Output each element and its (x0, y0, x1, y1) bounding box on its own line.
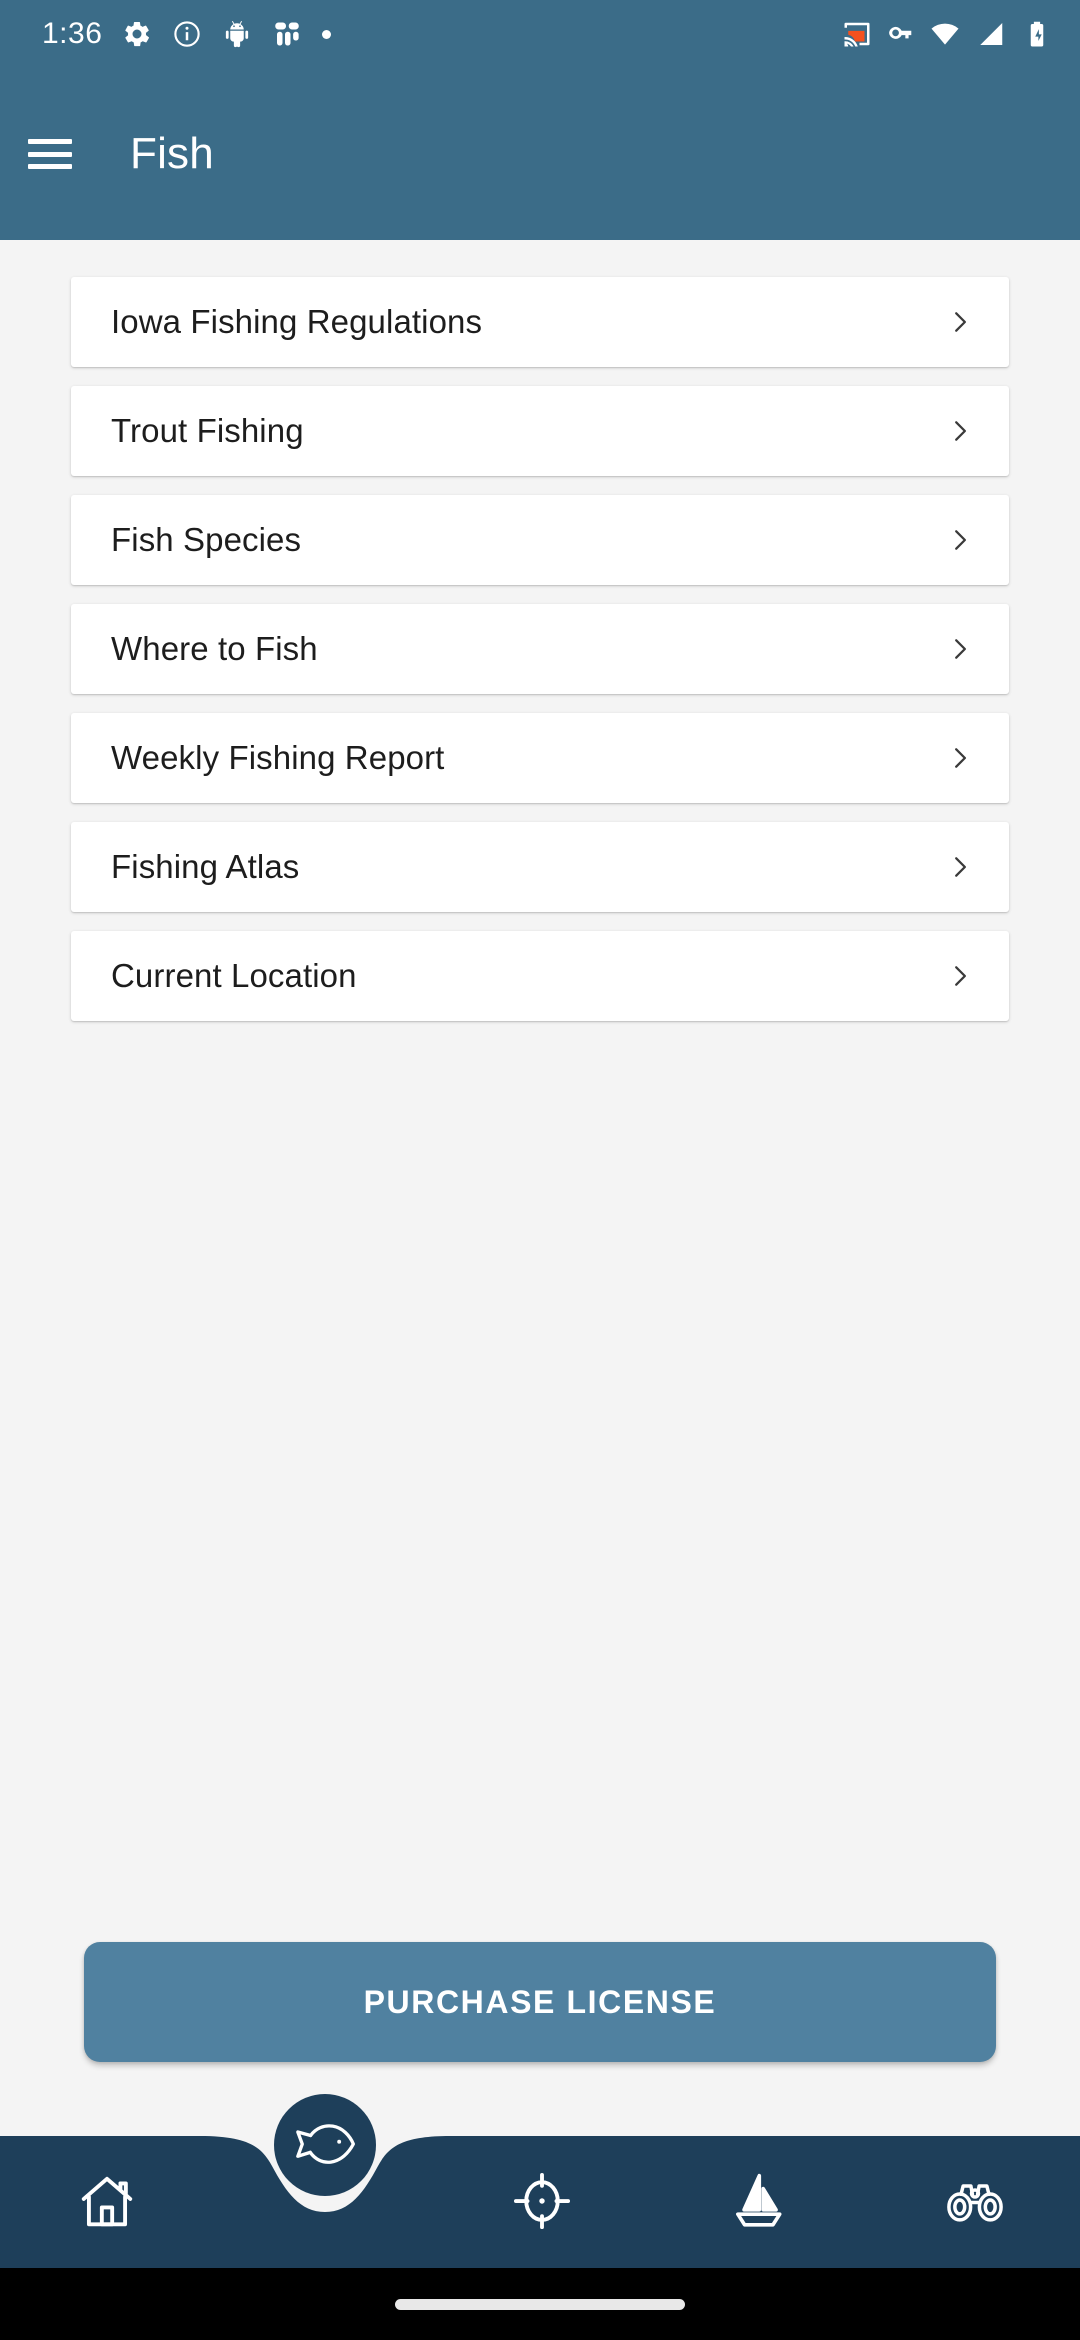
list-item-label: Where to Fish (111, 630, 318, 667)
list-item-label: Fishing Atlas (111, 848, 300, 885)
chevron-right-icon (955, 421, 967, 441)
list-item-label: Trout Fishing (111, 412, 304, 449)
gesture-home-pill[interactable] (395, 2298, 685, 2310)
hamburger-line (28, 139, 72, 144)
list-item-where-to-fish[interactable]: Where to Fish (71, 604, 1009, 694)
bottom-navigation-bar (0, 2100, 1080, 2268)
status-clock: 1:36 (42, 17, 103, 50)
chevron-right-icon (955, 639, 967, 659)
purchase-license-button[interactable]: PURCHASE LICENSE (84, 1942, 996, 2062)
binoculars-icon (947, 2184, 1003, 2222)
list-item-iowa-fishing-regulations[interactable]: Iowa Fishing Regulations (71, 277, 1009, 367)
list-item-label: Fish Species (111, 521, 302, 558)
crosshair-icon (513, 2172, 571, 2230)
list-item-weekly-fishing-report[interactable]: Weekly Fishing Report (71, 713, 1009, 803)
hamburger-menu-icon[interactable] (28, 139, 72, 169)
battery-charging-icon (1022, 19, 1052, 49)
gear-icon (122, 19, 152, 49)
wifi-icon (930, 19, 960, 49)
page-title: Fish (130, 129, 214, 178)
status-bar-left: 1:36 (42, 17, 332, 50)
list-item-label: Current Location (111, 957, 357, 994)
hamburger-line (28, 164, 72, 169)
cast-icon (842, 19, 872, 49)
nav-item-hunt[interactable] (487, 2166, 597, 2236)
nav-item-explore[interactable] (920, 2166, 1030, 2236)
chevron-right-icon (955, 748, 967, 768)
nav-item-boat[interactable] (703, 2166, 813, 2236)
chevron-right-icon (955, 966, 967, 986)
purchase-license-label: PURCHASE LICENSE (363, 1983, 717, 2020)
list-item-fishing-atlas[interactable]: Fishing Atlas (71, 822, 1009, 912)
nav-fab-fish[interactable] (274, 2094, 376, 2196)
chevron-right-icon (955, 857, 967, 877)
fish-icon (296, 2124, 355, 2164)
hamburger-line (28, 151, 72, 157)
sailboat-icon (736, 2173, 782, 2227)
list-item-label: Weekly Fishing Report (111, 739, 445, 776)
list-item-fish-species[interactable]: Fish Species (71, 495, 1009, 585)
vpn-key-icon (888, 21, 914, 47)
list-item-current-location[interactable]: Current Location (71, 931, 1009, 1021)
info-circle-icon (172, 19, 202, 49)
status-bar-right (842, 19, 1052, 49)
list-item-trout-fishing[interactable]: Trout Fishing (71, 386, 1009, 476)
cellular-signal-icon (976, 19, 1006, 49)
nav-item-home[interactable] (52, 2166, 162, 2236)
chevron-right-icon (955, 312, 967, 332)
dot-icon (322, 29, 332, 39)
fish-menu-list: Iowa Fishing Regulations Trout Fishing F… (0, 240, 1080, 2100)
bottom-nav-items (0, 2100, 1080, 2268)
app-debug-icon (272, 19, 302, 49)
list-item-label: Iowa Fishing Regulations (111, 303, 483, 340)
home-icon (81, 2176, 133, 2227)
status-bar: 1:36 (0, 0, 1080, 68)
chevron-right-icon (955, 530, 967, 550)
app-bar: Fish (0, 68, 1080, 240)
system-gesture-area (0, 2268, 1080, 2340)
android-bug-icon (222, 19, 252, 49)
